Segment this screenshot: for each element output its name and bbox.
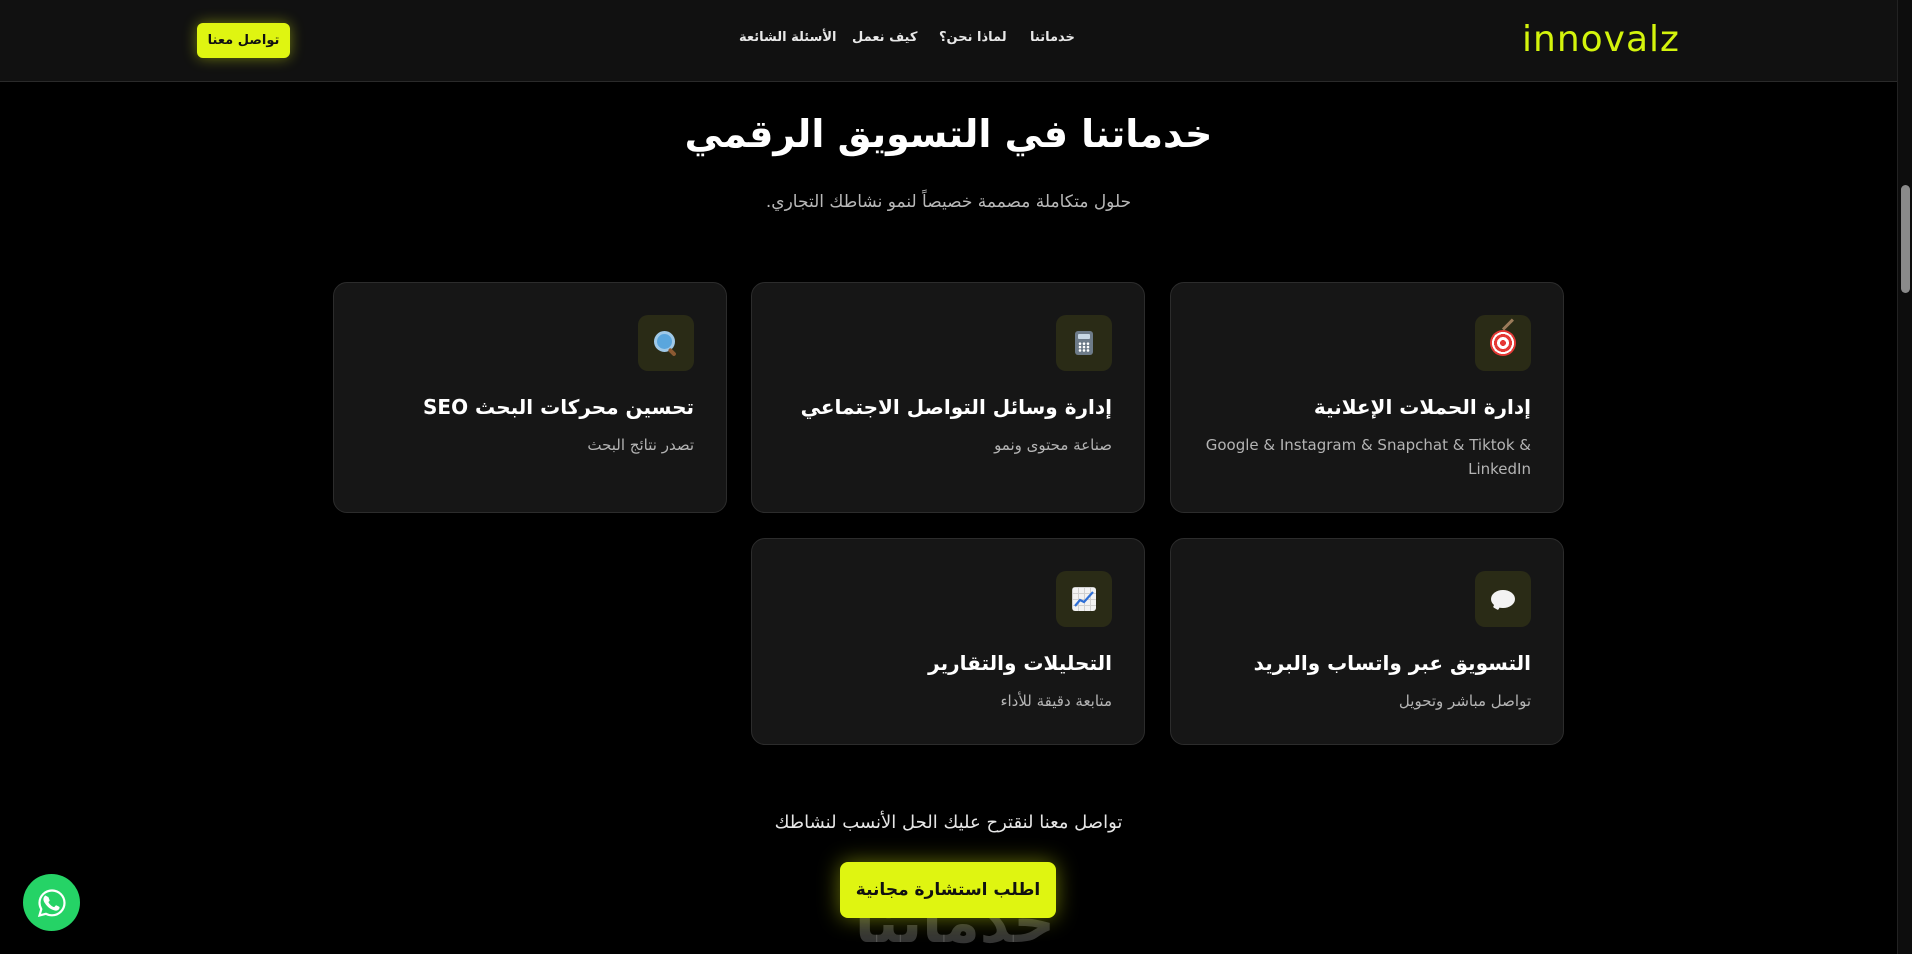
service-title: إدارة وسائل التواصل الاجتماعي — [800, 395, 1112, 419]
service-card-whatsapp-email: التسويق عبر واتساب والبريد تواصل مباشر و… — [1170, 538, 1564, 745]
services-section-subtitle: حلول متكاملة مصممة خصيصاً لنمو نشاطك الت… — [765, 192, 1132, 212]
service-description: متابعة دقيقة للأداء — [1000, 692, 1112, 710]
service-icon-box — [1475, 315, 1531, 371]
calculator-icon — [1075, 331, 1093, 355]
service-description: صناعة محتوى ونمو — [994, 436, 1112, 454]
service-icon-box — [1056, 571, 1112, 627]
service-title: إدارة الحملات الإعلانية — [1313, 395, 1531, 419]
nav-link-services[interactable]: خدماتنا — [1030, 30, 1075, 45]
services-section-title: خدماتنا في التسويق الرقمي — [684, 112, 1213, 156]
service-description: Google & Instagram & Snapchat & Tiktok &… — [1205, 436, 1531, 478]
free-consultation-button[interactable]: اطلب استشارة مجانية — [840, 862, 1056, 918]
service-card-ad-campaigns: إدارة الحملات الإعلانية Google & Instagr… — [1170, 282, 1564, 513]
speech-bubble-icon — [1491, 590, 1515, 608]
scrollbar-thumb[interactable] — [1901, 185, 1910, 293]
service-title: التحليلات والتقارير — [928, 651, 1112, 675]
nav-link-faq[interactable]: الأسئلة الشائعة — [739, 30, 837, 45]
nav-link-why-us[interactable]: لماذا نحن؟ — [939, 30, 1007, 45]
service-card-social-media: إدارة وسائل التواصل الاجتماعي صناعة محتو… — [751, 282, 1145, 513]
service-icon-box — [638, 315, 694, 371]
nav-link-how-we-work[interactable]: كيف نعمل — [852, 30, 917, 45]
whatsapp-icon — [37, 888, 66, 917]
consultation-prompt: تواصل معنا لنقترح عليك الحل الأنسب لنشاط… — [774, 812, 1123, 833]
service-title: تحسين محركات البحث SEO — [423, 395, 694, 419]
target-icon — [1490, 330, 1516, 356]
service-icon-box — [1056, 315, 1112, 371]
contact-us-button[interactable]: تواصل معنا — [197, 23, 290, 58]
whatsapp-floating-button[interactable] — [23, 874, 80, 931]
chart-increasing-icon — [1072, 587, 1096, 611]
site-logo[interactable]: innovalz — [1522, 20, 1680, 60]
service-description: تواصل مباشر وتحويل — [1398, 692, 1531, 710]
service-title: التسويق عبر واتساب والبريد — [1253, 651, 1531, 675]
site-header: تواصل معنا خدماتنا لماذا نحن؟ كيف نعمل ا… — [0, 0, 1897, 82]
service-icon-box — [1475, 571, 1531, 627]
service-card-seo: تحسين محركات البحث SEO تصدر نتائج البحث — [333, 282, 727, 513]
page-scrollbar[interactable] — [1897, 0, 1912, 954]
magnifying-glass-icon — [653, 330, 679, 356]
service-description: تصدر نتائج البحث — [587, 436, 694, 454]
service-card-analytics: التحليلات والتقارير متابعة دقيقة للأداء — [751, 538, 1145, 745]
